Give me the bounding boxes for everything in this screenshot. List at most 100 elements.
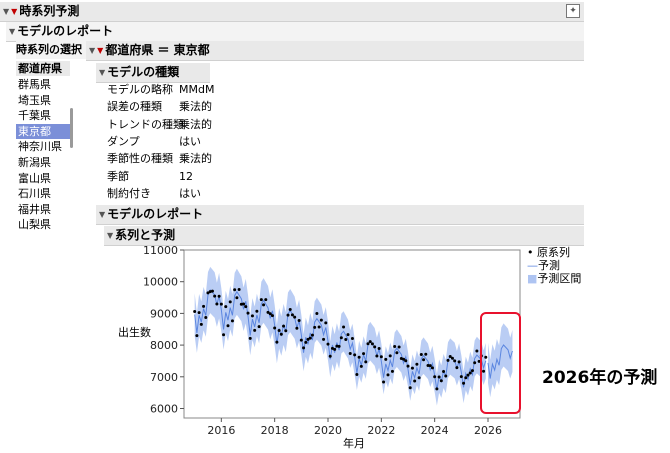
observed-point [268,312,272,316]
forecast-annotation: 2026年の予測 [542,368,658,388]
observed-point [470,369,474,373]
observed-point [266,310,270,314]
observed-point [299,338,303,342]
list-item[interactable]: 山梨県 [16,217,70,232]
observed-point [308,336,312,340]
observed-point [404,359,408,363]
series-forecast-header[interactable]: ▼ 系列と予測 [104,226,584,246]
observed-point [279,332,283,336]
list-item[interactable]: 群馬県 [16,77,70,92]
legend-observed-symbol: • [527,246,534,259]
observed-point [326,342,330,346]
observed-point [197,311,201,315]
list-scrollbar[interactable] [70,108,73,148]
forecast-line [487,344,513,379]
observed-point [262,303,266,307]
observed-point [224,305,228,309]
red-menu-triangle-icon[interactable]: ▼ [11,3,17,21]
list-item[interactable]: 東京都 [16,123,70,139]
list-item[interactable]: 神奈川県 [16,139,70,154]
collapse-triangle-icon[interactable]: ▼ [89,42,95,60]
observed-point [328,354,332,358]
observed-point [424,352,428,356]
list-item[interactable]: 福井県 [16,202,70,217]
model-param-value: 乗法的 [179,117,212,131]
red-menu-triangle-icon[interactable]: ▼ [97,42,103,60]
observed-point [475,349,479,353]
observed-point [270,314,274,318]
collapse-triangle-icon[interactable]: ▼ [99,206,105,224]
observed-point [202,304,206,308]
observed-point [206,291,210,295]
observed-point [466,373,470,377]
y-tick-label: 11000 [143,244,178,257]
y-tick-label: 9000 [150,307,178,320]
observed-point [304,340,308,344]
observed-point [426,364,430,368]
collapse-triangle-icon[interactable]: ▼ [107,227,113,245]
observed-point [430,366,434,370]
pin-icon[interactable]: ✦ [566,4,580,18]
observed-point [397,345,401,349]
observed-point [382,380,386,384]
observed-point [468,371,472,375]
observed-point [337,344,341,348]
observed-point [315,311,319,315]
collapse-triangle-icon[interactable]: ▼ [3,3,9,21]
model-report-title: モデルのレポート [17,24,114,38]
x-tick-label: 2020 [314,424,342,437]
observed-point [366,342,370,346]
observed-point [248,336,252,340]
observed-point [319,318,323,322]
model-type-header[interactable]: ▼ モデルの種類 [96,63,210,83]
observed-point [219,302,223,306]
y-tick-label: 10000 [143,276,178,289]
observed-point [462,381,466,385]
observed-point [250,314,254,318]
observed-point [286,313,290,317]
list-item[interactable]: 千葉県 [16,108,70,123]
observed-point [199,322,203,326]
observed-point [264,298,268,302]
model-report2-header[interactable]: ▼ モデルのレポート [96,205,584,225]
observed-point [204,315,208,319]
observed-point [239,302,243,306]
observed-point [259,298,263,302]
series-selector-header: 時系列の選択 [16,41,86,59]
model-param-key: 季節 [107,169,129,183]
observed-point [322,337,326,341]
observed-point [335,344,339,348]
model-param-value: はい [179,186,201,200]
observed-point [370,342,374,346]
observed-point [255,309,259,313]
y-tick-label: 8000 [150,339,178,352]
observed-point [273,326,277,330]
observed-point [377,347,381,351]
observed-point [293,315,297,319]
observed-point [457,360,461,364]
collapse-triangle-icon[interactable]: ▼ [99,64,105,82]
forecast-interval-band [488,323,513,398]
list-item[interactable]: 石川県 [16,186,70,201]
prefecture-header[interactable]: ▼ ▼ 都道府県 ＝ 東京都 [86,41,584,61]
observed-point [375,354,379,358]
list-item[interactable]: 富山県 [16,171,70,186]
observed-point [373,345,377,349]
observed-point [422,358,426,362]
model-report-header[interactable]: ▼ モデルのレポート [6,22,584,42]
observed-point [455,366,459,370]
model-param-value: MMdM [179,83,215,96]
platform-header[interactable]: ▼ ▼ 時系列予測 ✦ [0,2,584,22]
observed-point [473,361,477,365]
model-param-value: はい [179,134,201,148]
forecast-highlight-box [480,312,521,414]
observed-point [253,328,257,332]
collapse-triangle-icon[interactable]: ▼ [9,23,15,41]
observed-point [464,376,468,380]
observed-point [433,375,437,379]
list-item[interactable]: 埼玉県 [16,93,70,108]
observed-point [288,308,292,312]
observed-point [333,347,337,351]
list-item[interactable]: 新潟県 [16,155,70,170]
observed-point [388,354,392,358]
